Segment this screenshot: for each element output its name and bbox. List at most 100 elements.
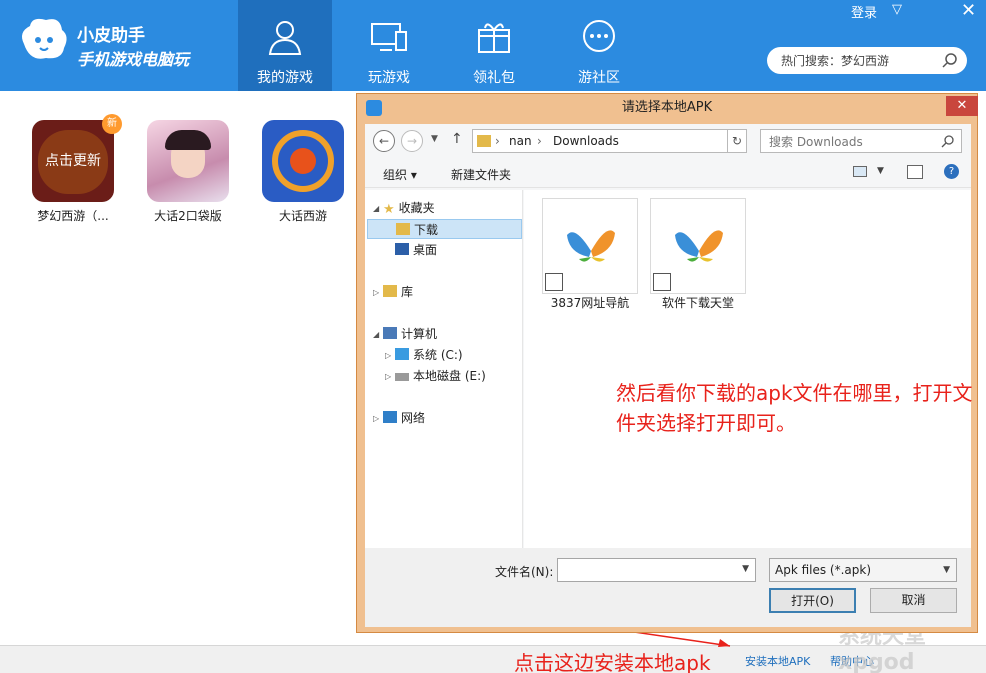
nav-label: 网络: [401, 411, 426, 425]
breadcrumb-downloads[interactable]: Downloads: [553, 134, 619, 148]
nav-favorites[interactable]: ★ 收藏夹: [383, 198, 435, 218]
file-type-filter[interactable]: Apk files (*.apk) ▼: [769, 558, 957, 582]
nav-desktop[interactable]: 桌面: [395, 240, 437, 260]
menu-icon[interactable]: ▽: [892, 2, 902, 17]
annotation-bottom: 点击这边安装本地apk: [514, 651, 711, 673]
drive-icon: [395, 373, 409, 381]
nav-label: 系统 (C:): [413, 348, 463, 362]
address-bar[interactable]: › nan › Downloads ▼: [472, 129, 745, 153]
user-icon: [268, 21, 302, 55]
nav-drive-e[interactable]: 本地磁盘 (E:): [395, 366, 486, 386]
game-card[interactable]: 点击更新 梦幻西游（...: [20, 120, 126, 224]
file-item[interactable]: [542, 198, 638, 294]
breadcrumb-nan[interactable]: nan: [509, 134, 532, 148]
app-title: 小皮助手: [77, 26, 145, 46]
game-art-icon: [290, 148, 316, 174]
computer-icon: [383, 327, 397, 339]
close-icon[interactable]: ✕: [961, 0, 976, 21]
desktop-icon: [395, 243, 409, 255]
gift-icon: [478, 23, 510, 53]
nav-label: 计算机: [401, 327, 438, 341]
cancel-button[interactable]: 取消: [870, 588, 957, 613]
tab-community[interactable]: 游社区: [552, 0, 646, 91]
app-logo-icon: [22, 18, 67, 59]
game-card[interactable]: 大话2口袋版: [135, 120, 241, 224]
game-card[interactable]: 大话西游: [250, 120, 356, 224]
organize-menu[interactable]: 组织 ▾: [383, 166, 417, 183]
login-link[interactable]: 登录: [851, 2, 877, 21]
tab-label: 领礼包: [473, 70, 515, 86]
back-arrow-icon[interactable]: ←: [373, 130, 395, 152]
open-file-dialog: 请选择本地APK ✕ ← → ▼ ↑ › nan › Downloads ▼ ↻…: [356, 93, 978, 633]
expand-arrow-icon[interactable]: ▷: [385, 351, 391, 360]
refresh-icon[interactable]: ↻: [727, 129, 747, 153]
address-row: ← → ▼ ↑ › nan › Downloads ▼ ↻: [365, 129, 971, 153]
file-type-value: Apk files (*.apk): [775, 563, 872, 577]
nav-network[interactable]: 网络: [383, 408, 425, 428]
preview-pane-icon[interactable]: [907, 165, 923, 179]
network-icon: [383, 411, 397, 423]
filename-input[interactable]: [562, 562, 734, 579]
butterfly-icon: [675, 230, 723, 262]
update-overlay: 点击更新: [45, 153, 101, 169]
expand-arrow-icon[interactable]: ◢: [373, 204, 379, 213]
help-icon[interactable]: ?: [944, 164, 959, 179]
dialog-close-button[interactable]: ✕: [946, 96, 978, 116]
nav-label: 桌面: [413, 243, 438, 257]
tab-my-games[interactable]: 我的游戏: [238, 0, 332, 91]
chevron-down-icon[interactable]: ▼: [877, 166, 884, 176]
app-header: 小皮助手 手机游戏电脑玩 我的游戏 玩游戏 领礼包 游社区 登录 ▽ ✕: [0, 0, 986, 91]
app-subtitle: 手机游戏电脑玩: [77, 50, 190, 69]
shortcut-arrow-icon: [653, 273, 671, 291]
nav-label: 本地磁盘 (E:): [413, 369, 486, 383]
file-item[interactable]: [650, 198, 746, 294]
game-icon[interactable]: 点击更新: [32, 120, 114, 202]
folder-icon: [396, 223, 410, 235]
tab-label: 我的游戏: [257, 70, 313, 86]
nav-downloads[interactable]: 下载: [367, 219, 522, 239]
game-icon[interactable]: [147, 120, 229, 202]
search-icon[interactable]: [941, 52, 959, 70]
library-icon: [383, 285, 397, 297]
nav-label: 库: [401, 285, 414, 299]
chevron-down-icon[interactable]: ▼: [742, 564, 749, 574]
expand-arrow-icon[interactable]: ▷: [385, 372, 391, 381]
dialog-search-box: [760, 129, 962, 153]
dialog-title: 请选择本地APK: [621, 100, 713, 115]
monitor-icon: [371, 23, 407, 51]
windows-drive-icon: [395, 348, 409, 360]
file-list: 3837网址导航 软件下载天堂: [524, 190, 971, 548]
open-button[interactable]: 打开(O): [769, 588, 856, 613]
chevron-down-icon[interactable]: ▼: [943, 559, 950, 581]
dialog-toolbar: 组织 ▾ 新建文件夹 ▼ ?: [365, 158, 971, 188]
search-icon[interactable]: [941, 135, 955, 149]
chat-bubble-icon: [583, 20, 615, 52]
butterfly-icon: [567, 230, 615, 262]
nav-computer[interactable]: 计算机: [383, 324, 437, 344]
game-art-icon: [165, 130, 211, 150]
new-folder-button[interactable]: 新建文件夹: [451, 166, 511, 183]
search-input[interactable]: [781, 51, 936, 70]
tab-play-games[interactable]: 玩游戏: [342, 0, 436, 91]
expand-arrow-icon[interactable]: ▷: [373, 414, 379, 423]
expand-arrow-icon[interactable]: ▷: [373, 288, 379, 297]
nav-drive-c[interactable]: 系统 (C:): [395, 345, 463, 365]
game-icon[interactable]: [262, 120, 344, 202]
annotation-main: 然后看你下载的apk文件在哪里，打开文件夹选择打开即可。: [616, 381, 973, 435]
nav-library[interactable]: 库: [383, 282, 413, 302]
nav-label: 收藏夹: [398, 201, 435, 215]
history-dropdown-icon[interactable]: ▼: [431, 134, 438, 144]
nav-label: 下载: [414, 223, 439, 237]
dialog-footer: 文件名(N): ▼ Apk files (*.apk) ▼ 打开(O) 取消: [365, 548, 971, 627]
expand-arrow-icon[interactable]: ◢: [373, 330, 379, 339]
tab-gift-packs[interactable]: 领礼包: [447, 0, 541, 91]
view-icon[interactable]: [853, 166, 867, 177]
install-local-apk-link[interactable]: 安装本地APK: [745, 653, 810, 669]
filename-field[interactable]: ▼: [557, 558, 756, 582]
game-name: 梦幻西游（...: [37, 209, 109, 223]
new-badge: 新: [102, 114, 122, 134]
dialog-search-input[interactable]: [769, 133, 939, 150]
crumb-separator-icon: ›: [495, 134, 500, 148]
forward-arrow-icon[interactable]: →: [401, 130, 423, 152]
up-arrow-icon[interactable]: ↑: [451, 131, 463, 147]
